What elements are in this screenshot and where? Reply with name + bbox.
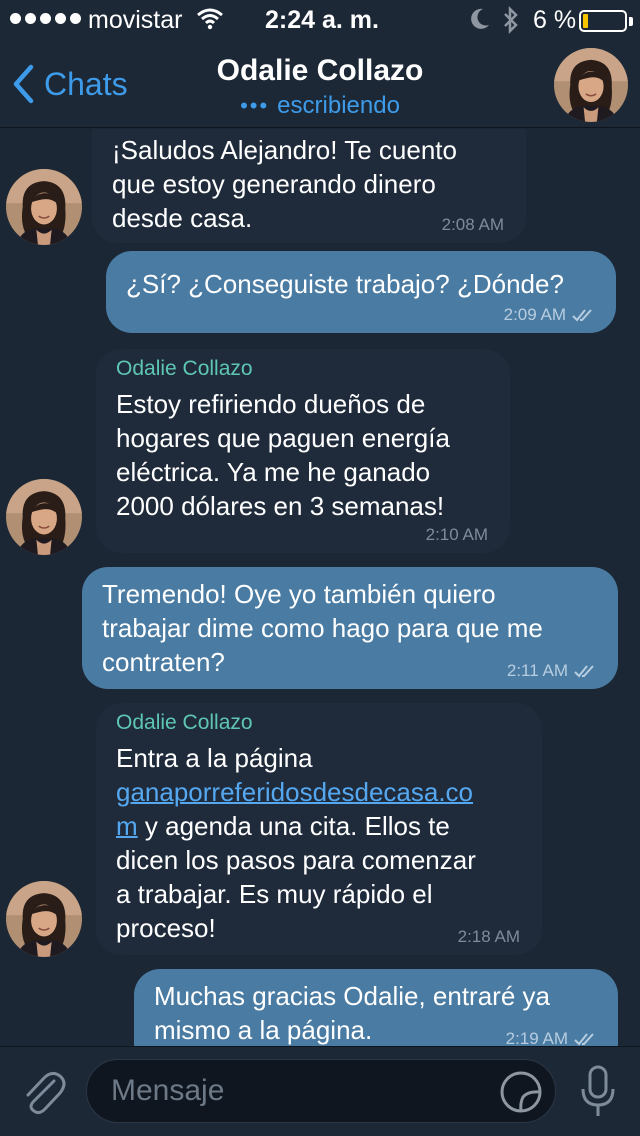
- chat-title[interactable]: Odalie Collazo: [0, 54, 640, 88]
- outgoing-message[interactable]: ¿Sí? ¿Conseguiste trabajo? ¿Dónde? 2:09 …: [106, 251, 616, 333]
- message-text: m y agenda una cita. Ellos te: [116, 811, 450, 841]
- message-input[interactable]: [86, 1059, 556, 1123]
- chat-header: Chats Odalie Collazo ••• escribiendo: [0, 40, 640, 128]
- incoming-message[interactable]: Odalie Collazo Estoy refiriendo dueños d…: [96, 349, 510, 553]
- header-avatar[interactable]: [554, 48, 628, 122]
- message-text: Tremendo! Oye yo también quiero: [102, 579, 496, 609]
- sender-avatar[interactable]: [6, 169, 82, 245]
- sender-avatar[interactable]: [6, 479, 82, 555]
- message-text: a trabajar. Es muy rápido el: [116, 879, 433, 909]
- message-text: dicen los pasos para comenzar: [116, 845, 476, 875]
- composer-bar: [0, 1046, 640, 1136]
- message-text: ¡Saludos Alejandro! Te cuento: [112, 135, 457, 165]
- message-list[interactable]: ¡Saludos Alejandro! Te cuento que estoy …: [0, 129, 640, 1046]
- message-time: 2:08 AM: [441, 215, 504, 234]
- message-text: Muchas gracias Odalie, entraré ya: [154, 981, 550, 1011]
- incoming-message[interactable]: Odalie Collazo Entra a la página ganapor…: [96, 703, 542, 955]
- message-text: 2000 dólares en 3 semanas!: [116, 491, 445, 521]
- status-bar: movistar 2:24 a. m. 6 %: [0, 0, 640, 40]
- bluetooth-icon: [504, 6, 518, 34]
- outgoing-message[interactable]: Tremendo! Oye yo también quiero trabajar…: [82, 567, 618, 689]
- message-text: trabajar dime como hago para que me: [102, 613, 543, 643]
- message-text: contraten?: [102, 647, 225, 677]
- message-text: desde casa.: [112, 203, 253, 233]
- typing-dots-icon: •••: [240, 93, 270, 118]
- battery-fill: [583, 14, 588, 28]
- sender-name[interactable]: Odalie Collazo: [116, 711, 253, 735]
- battery-percent: 6 %: [533, 6, 577, 34]
- message-text: eléctrica. Ya me he ganado: [116, 457, 431, 487]
- double-check-icon: [574, 665, 594, 678]
- typing-status-label: escribiendo: [277, 92, 400, 119]
- sender-avatar[interactable]: [6, 881, 82, 957]
- message-text: Estoy refiriendo dueños de: [116, 389, 426, 419]
- message-time: 2:09 AM: [504, 305, 594, 325]
- message-time: 2:11 AM: [507, 661, 596, 681]
- message-text: que estoy generando dinero: [112, 169, 436, 199]
- message-text: Entra a la página: [116, 743, 313, 773]
- message-text: proceso!: [116, 913, 216, 943]
- paperclip-icon[interactable]: [20, 1067, 66, 1117]
- outgoing-message[interactable]: Muchas gracias Odalie, entraré ya mismo …: [134, 969, 618, 1046]
- message-text: mismo a la página.: [154, 1015, 373, 1045]
- double-check-icon: [574, 1033, 594, 1046]
- message-text: hogares que paguen energía: [116, 423, 450, 453]
- message-time: 2:10 AM: [425, 525, 488, 544]
- message-time: 2:19 AM: [506, 1029, 596, 1046]
- incoming-message[interactable]: ¡Saludos Alejandro! Te cuento que estoy …: [92, 129, 526, 243]
- website-link-continued[interactable]: m: [116, 811, 138, 841]
- sticker-icon[interactable]: [498, 1069, 544, 1115]
- typing-status: ••• escribiendo: [0, 92, 640, 120]
- moon-icon: [471, 8, 489, 29]
- website-link[interactable]: ganaporreferidosdesdecasa.co: [116, 775, 473, 809]
- message-time: 2:18 AM: [457, 927, 520, 946]
- microphone-icon[interactable]: [578, 1065, 618, 1119]
- double-check-icon: [572, 309, 592, 322]
- message-text: ¿Sí? ¿Conseguiste trabajo? ¿Dónde?: [126, 269, 564, 299]
- sender-name[interactable]: Odalie Collazo: [116, 357, 253, 381]
- battery-nub: [629, 17, 633, 26]
- battery-icon: [579, 10, 627, 32]
